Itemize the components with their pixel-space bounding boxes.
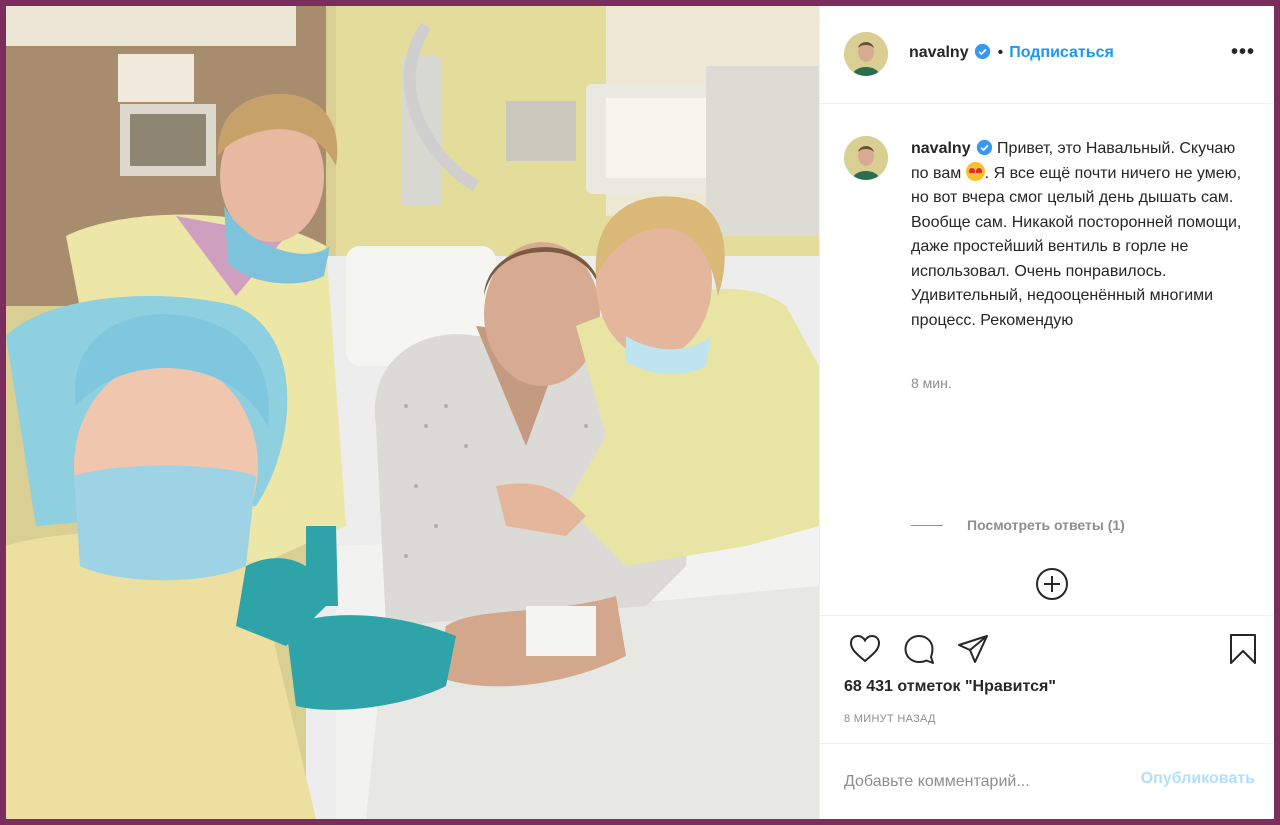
save-button[interactable]	[1226, 632, 1260, 666]
plus-circle-icon	[1036, 568, 1068, 600]
separator-dot: •	[997, 44, 1004, 61]
post-photo[interactable]	[6, 6, 819, 819]
caption-time[interactable]: 8 мин.	[911, 375, 952, 391]
comment-bar: Опубликовать	[820, 743, 1274, 819]
publish-button[interactable]: Опубликовать	[1141, 770, 1255, 788]
comment-button[interactable]	[902, 632, 936, 666]
heart-eyes-emoji-icon	[965, 161, 985, 181]
paper-plane-icon	[958, 635, 988, 663]
likes-count[interactable]: 68 431 отметок "Нравится"	[844, 678, 1056, 696]
verified-badge-icon	[969, 43, 991, 61]
username-link[interactable]: navalny	[909, 44, 969, 61]
header-user-row: navalny • Подписаться	[909, 43, 1114, 62]
replies-divider	[911, 524, 943, 526]
post-caption: navalny Привет, это Навальный. Скучаю по…	[911, 137, 1251, 333]
like-button[interactable]	[848, 632, 882, 666]
caption-username[interactable]: navalny	[911, 140, 971, 157]
caption-avatar[interactable]	[844, 136, 888, 180]
post-timestamp[interactable]: 8 МИНУТ НАЗАД	[844, 713, 936, 725]
post-side-panel: navalny • Подписаться ••• navalny Привет, …	[819, 6, 1274, 819]
avatar[interactable]	[844, 32, 888, 76]
actions-divider	[820, 615, 1274, 616]
load-more-comments-button[interactable]	[1035, 567, 1069, 601]
share-button[interactable]	[956, 632, 990, 666]
bookmark-icon	[1230, 634, 1256, 664]
post-header: navalny • Подписаться •••	[820, 6, 1274, 104]
view-replies-button[interactable]: Посмотреть ответы (1)	[911, 517, 1125, 533]
speech-bubble-icon	[904, 635, 934, 664]
view-replies-label: Посмотреть ответы (1)	[967, 517, 1125, 533]
avatar-image	[844, 32, 888, 76]
hospital-photo-illustration	[6, 6, 819, 819]
more-options-button[interactable]: •••	[1231, 42, 1255, 62]
avatar-image	[844, 136, 888, 180]
verified-badge-icon	[971, 139, 993, 157]
follow-button[interactable]: Подписаться	[1009, 44, 1114, 61]
post-frame: navalny • Подписаться ••• navalny Привет, …	[6, 6, 1274, 819]
heart-icon	[849, 634, 881, 663]
comment-input[interactable]	[842, 766, 1126, 798]
caption-text-part2: . Я все ещё почти ничего не умею, но вот…	[911, 164, 1242, 329]
